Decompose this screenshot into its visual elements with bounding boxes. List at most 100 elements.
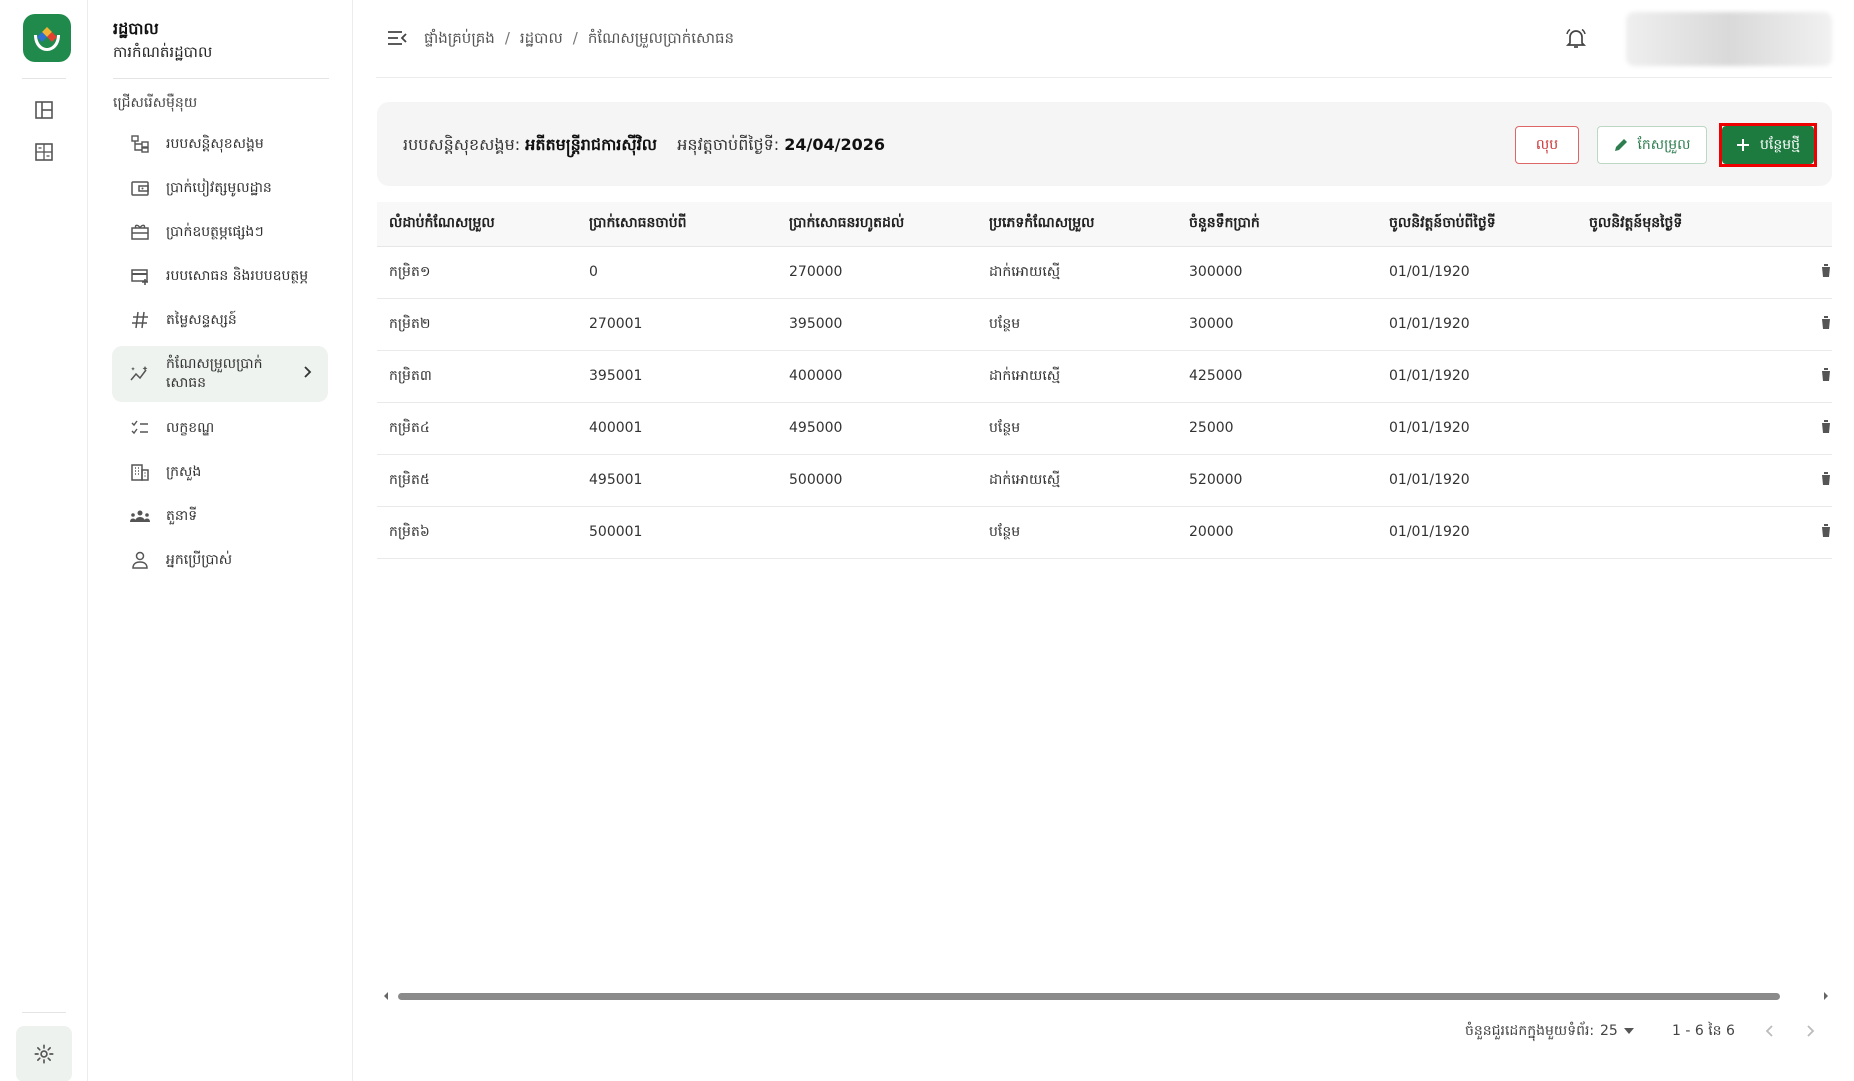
table-cell: កម្រិត៣ (377, 350, 577, 403)
column-header[interactable]: ចូលនិវត្តន៍ចាប់ពីថ្ងៃទី (1377, 202, 1577, 247)
settings-button[interactable] (16, 1026, 72, 1081)
table-cell: កម្រិត៤ (377, 402, 577, 455)
adjustment-table: លំដាប់កំណែសម្រួល ប្រាក់សោធនចាប់ពី ប្រាក់… (377, 202, 1832, 559)
sparkline-icon (128, 362, 152, 386)
scrollbar-thumb[interactable] (398, 993, 1780, 1000)
table-cell: 01/01/1920 (1377, 246, 1577, 299)
gift-icon (128, 220, 152, 244)
trash-icon[interactable] (1777, 454, 1832, 507)
rows-per-page-label: ចំនួនជួរដេកក្នុងមួយទំព័រ: (1465, 1022, 1595, 1039)
table-cell (777, 506, 977, 559)
sidebar-item-other-allowances[interactable]: ប្រាក់ឧបត្ថម្ភផ្សេងៗ (112, 210, 328, 254)
sidebar-item-roles[interactable]: តួនាទី (112, 494, 328, 538)
sidebar-section-label: ជ្រើសរើសម៉ឺនុយ (113, 95, 198, 111)
pencil-icon (1615, 139, 1628, 151)
column-header[interactable]: ប្រាក់សោធនរហូតដល់ (777, 202, 977, 247)
dashboard-icon[interactable] (28, 94, 60, 126)
building-icon (128, 460, 152, 484)
horizontal-scrollbar[interactable] (380, 990, 1832, 1002)
table-cell: 500001 (577, 506, 777, 559)
column-header[interactable]: ចំនួនទឹកប្រាក់ (1177, 202, 1377, 247)
table-cell: បន្ថែម (977, 298, 1177, 351)
scroll-right-arrow-icon[interactable] (1822, 991, 1830, 1001)
next-page-icon[interactable] (1804, 1018, 1816, 1044)
menu-collapse-icon[interactable] (386, 27, 410, 51)
trash-icon[interactable] (1777, 350, 1832, 403)
info-text: របបសន្តិសុខសង្គម: អតីតមន្ត្រីរាជការស៊ីវិ… (403, 134, 885, 158)
table-cell: 20000 (1177, 506, 1377, 559)
user-profile-blurred[interactable] (1626, 12, 1832, 66)
table-cell: 0 (577, 246, 777, 299)
column-header[interactable]: ប្រភេទកំណែសម្រួល (977, 202, 1177, 247)
sidebar-item-ministries[interactable]: ក្រសួង (112, 450, 328, 494)
breadcrumb-item-dashboard[interactable]: ផ្ទាំងគ្រប់គ្រង (424, 29, 495, 51)
trash-icon[interactable] (1777, 402, 1832, 455)
table-cell: 395000 (777, 298, 977, 351)
sidebar-item-label: ប្រាក់ឧបត្ថម្ភផ្សេងៗ (166, 223, 264, 240)
table-row[interactable]: កម្រិត១ 0 270000 ដាក់អោយស្មើ 300000 01/0… (377, 246, 1832, 299)
sidebar-divider (113, 78, 329, 79)
table-cell (1577, 402, 1777, 455)
sidebar-item-index-values[interactable]: តម្លៃសន្ទស្សន៍ (112, 298, 328, 342)
column-header[interactable]: ប្រាក់សោធនចាប់ពី (577, 202, 777, 247)
breadcrumb-separator: / (572, 29, 578, 47)
table-cell: 01/01/1920 (1377, 402, 1577, 455)
rows-per-page-select[interactable]: 25 (1600, 1018, 1634, 1044)
sidebar-item-pension-adjustment[interactable]: កំណែសម្រួលប្រាក់សោធន (112, 346, 328, 402)
sidebar-item-label: តម្លៃសន្ទស្សន៍ (166, 311, 237, 328)
group-icon (128, 504, 152, 528)
scroll-left-arrow-icon[interactable] (382, 991, 390, 1001)
sidebar-item-label: តួនាទី (166, 507, 198, 524)
trash-icon[interactable] (1777, 246, 1832, 299)
calculator-icon[interactable] (28, 136, 60, 168)
delete-button[interactable]: លុប (1515, 126, 1579, 164)
sidebar-nav: របបសន្តិសុខសង្គម ប្រាក់បៀវត្សមូលដ្ឋាន ប្… (112, 122, 328, 582)
sidebar-item-users[interactable]: អ្នកប្រើប្រាស់ (112, 538, 328, 582)
table-cell: 400000 (777, 350, 977, 403)
table-row[interactable]: កម្រិត៦ 500001 បន្ថែម 20000 01/01/1920 (377, 506, 1832, 559)
trash-icon[interactable] (1777, 298, 1832, 351)
add-new-button[interactable]: បន្ថែមថ្មី (1722, 126, 1814, 164)
column-header[interactable]: ចូលនិវត្តន៍មុនថ្ងៃទី (1577, 202, 1777, 247)
table-cell: 300000 (1177, 246, 1377, 299)
table-cell: 30000 (1177, 298, 1377, 351)
table-cell: 01/01/1920 (1377, 350, 1577, 403)
breadcrumb-separator: / (504, 29, 510, 47)
column-header-actions (1777, 202, 1832, 247)
table-cell: 01/01/1920 (1377, 298, 1577, 351)
table-cell (1577, 298, 1777, 351)
sidebar-item-conditions[interactable]: លក្ខខណ្ឌ (112, 406, 328, 450)
sidebar-item-social-security-scheme[interactable]: របបសន្តិសុខសង្គម (112, 122, 328, 166)
trash-icon[interactable] (1777, 506, 1832, 559)
rail-divider-bottom (22, 1012, 66, 1013)
sidebar-item-pension-schemes[interactable]: របបសោធន និងរបបឧបត្ថម្ភ (112, 254, 328, 298)
scheme-value: អតីតមន្ត្រីរាជការស៊ីវិល (525, 135, 657, 154)
effective-date-label: អនុវត្តចាប់ពីថ្ងៃទី: (677, 135, 780, 154)
table-cell: កម្រិត១ (377, 246, 577, 299)
table-row[interactable]: កម្រិត២ 270001 395000 បន្ថែម 30000 01/01… (377, 298, 1832, 351)
sidebar-item-base-salary[interactable]: ប្រាក់បៀវត្សមូលដ្ឋាន (112, 166, 328, 210)
table-cell: 500000 (777, 454, 977, 507)
breadcrumb-item-admin[interactable]: រដ្ឋបាល (520, 29, 563, 51)
plus-icon (1737, 139, 1749, 151)
sidebar: រដ្ឋបាល ការកំណត់រដ្ឋបាល ជ្រើសរើសម៉ឺនុយ រ… (88, 0, 353, 1081)
table-cell (1577, 454, 1777, 507)
table-row[interactable]: កម្រិត៣ 395001 400000 ដាក់អោយស្មើ 425000… (377, 350, 1832, 403)
table-row[interactable]: កម្រិត៥ 495001 500000 ដាក់អោយស្មើ 520000… (377, 454, 1832, 507)
sidebar-subtitle: ការកំណត់រដ្ឋបាល (113, 43, 213, 61)
table-row[interactable]: កម្រិត៤ 400001 495000 បន្ថែម 25000 01/01… (377, 402, 1832, 455)
breadcrumb: ផ្ទាំងគ្រប់គ្រង / រដ្ឋបាល / កំណែសម្រួលប្… (424, 29, 734, 51)
app-logo[interactable] (23, 14, 71, 62)
hands-heart-icon (34, 27, 60, 51)
table-cell (1577, 506, 1777, 559)
table-cell: 25000 (1177, 402, 1377, 455)
column-header[interactable]: លំដាប់កំណែសម្រួល (377, 202, 577, 247)
hash-icon (128, 308, 152, 332)
notification-bell-icon[interactable] (1564, 26, 1590, 52)
rows-per-page-value: 25 (1600, 1023, 1618, 1039)
table-cell: 400001 (577, 402, 777, 455)
previous-page-icon[interactable] (1764, 1018, 1776, 1044)
edit-button[interactable]: កែសម្រួល (1597, 126, 1707, 164)
table-cell: 520000 (1177, 454, 1377, 507)
card-plus-icon (128, 264, 152, 288)
